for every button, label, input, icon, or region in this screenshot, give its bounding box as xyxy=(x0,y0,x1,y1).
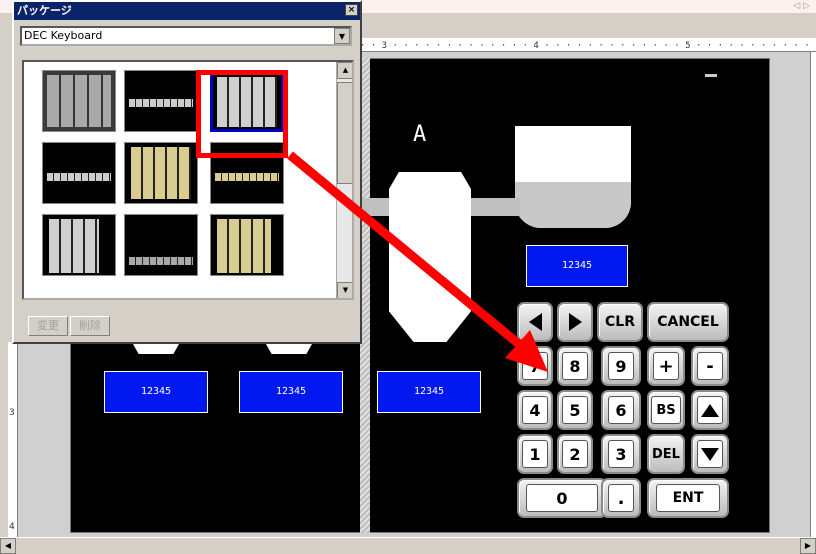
key-0-label: 0 xyxy=(526,484,598,512)
key-down-arrow[interactable] xyxy=(691,434,729,474)
panel-title: パッケージ xyxy=(17,4,72,17)
key-3[interactable]: 3 xyxy=(601,434,641,474)
vessel-graphic[interactable] xyxy=(389,172,471,342)
numeric-display-1[interactable]: 12345 xyxy=(104,371,208,413)
key-4[interactable]: 4 xyxy=(517,390,553,430)
key-1[interactable]: 1 xyxy=(517,434,553,474)
key-left-arrow[interactable] xyxy=(517,302,553,342)
scroll-up-button[interactable]: ▲ xyxy=(337,62,352,79)
key-dot[interactable]: . xyxy=(601,478,641,518)
key-2[interactable]: 2 xyxy=(557,434,593,474)
key-plus[interactable]: + xyxy=(647,346,685,386)
down-arrow-icon xyxy=(701,447,719,461)
scroll-right-button[interactable]: ▶ xyxy=(800,538,816,554)
key-ent-label: ENT xyxy=(656,484,720,512)
change-button[interactable]: 変更 xyxy=(28,316,68,336)
right-arrow-icon xyxy=(568,313,582,331)
up-arrow-icon xyxy=(701,403,719,417)
key-8-label: 8 xyxy=(562,352,588,380)
key-9[interactable]: 9 xyxy=(601,346,641,386)
key-minus[interactable]: - xyxy=(691,346,729,386)
key-cancel-label: CANCEL xyxy=(657,314,719,330)
scroll-down-button[interactable]: ▼ xyxy=(337,282,352,298)
key-7[interactable]: 7 xyxy=(517,346,553,386)
numeric-display-2[interactable]: 12345 xyxy=(239,371,343,413)
key-8[interactable]: 8 xyxy=(557,346,593,386)
vertical-ruler: 3 4 xyxy=(8,342,18,537)
key-5-label: 5 xyxy=(562,396,588,424)
key-minus-label: - xyxy=(697,352,723,380)
tab-scroll-arrows[interactable]: ◁ ▷ xyxy=(793,1,810,11)
key-up-inner xyxy=(697,396,723,424)
key-bs[interactable]: BS xyxy=(647,390,685,430)
tank-level-fill xyxy=(515,182,631,228)
key-cancel[interactable]: CANCEL xyxy=(647,302,729,342)
thumbnail-keypad-gray-large[interactable] xyxy=(42,70,116,132)
key-6[interactable]: 6 xyxy=(601,390,641,430)
selection-highlight-box xyxy=(196,70,288,158)
minimize-mark xyxy=(705,74,717,77)
horizontal-scrollbar[interactable]: ◀ ▶ xyxy=(0,537,816,554)
combo-value: DEC Keyboard xyxy=(24,29,103,42)
thumbnail-keypad-strip-dark[interactable] xyxy=(124,214,198,276)
key-clr[interactable]: CLR xyxy=(597,302,643,342)
key-5[interactable]: 5 xyxy=(557,390,593,430)
package-list: ▲ ▼ xyxy=(22,60,354,300)
key-up-arrow[interactable] xyxy=(691,390,729,430)
key-7-label: 7 xyxy=(522,352,548,380)
tank-label: A xyxy=(413,122,427,147)
key-del[interactable]: DEL xyxy=(647,434,685,474)
key-3-label: 3 xyxy=(608,440,634,468)
key-down-inner xyxy=(697,440,723,468)
thumbnail-keypad-strip-mixed[interactable] xyxy=(42,142,116,204)
key-6-label: 6 xyxy=(608,396,634,424)
left-arrow-icon xyxy=(528,313,542,331)
package-panel: パッケージ × DEC Keyboard ▼ ▲ ▼ 変更 削除 xyxy=(12,0,362,344)
dec-keypad: CLR CANCEL 7 8 9 + - 4 5 6 BS 1 2 3 DEL … xyxy=(513,298,733,520)
thumbnail-keypad-beige-large[interactable] xyxy=(124,142,198,204)
scroll-thumb[interactable] xyxy=(337,82,352,184)
numeric-display-3[interactable]: 12345 xyxy=(377,371,481,413)
key-clr-label: CLR xyxy=(605,314,635,330)
key-9-label: 9 xyxy=(608,352,634,380)
close-button[interactable]: × xyxy=(345,4,358,16)
key-del-label: DEL xyxy=(652,446,680,462)
vruler-label-4: 4 xyxy=(9,522,15,532)
panel-title-bar[interactable]: パッケージ × xyxy=(14,2,360,20)
key-dot-label: . xyxy=(608,484,634,512)
canvas-right-edge xyxy=(810,52,816,537)
thumbnail-keypad-beige-small[interactable] xyxy=(210,214,284,276)
key-2-label: 2 xyxy=(562,440,588,468)
key-0[interactable]: 0 xyxy=(517,478,607,518)
thumbnail-keypad-gray-small[interactable] xyxy=(42,214,116,276)
package-combo[interactable]: DEC Keyboard ▼ xyxy=(20,26,352,46)
key-bs-label: BS xyxy=(651,396,681,424)
chevron-down-icon[interactable]: ▼ xyxy=(334,28,350,44)
key-right-arrow[interactable] xyxy=(557,302,593,342)
delete-button[interactable]: 削除 xyxy=(70,316,110,336)
scroll-left-button[interactable]: ◀ xyxy=(0,538,16,554)
numeric-display-tank[interactable]: 12345 xyxy=(526,245,628,287)
key-1-label: 1 xyxy=(522,440,548,468)
thumbnail-keypad-strip-gray[interactable] xyxy=(124,70,198,132)
key-ent[interactable]: ENT xyxy=(647,478,729,518)
key-plus-label: + xyxy=(653,352,679,380)
list-vertical-scrollbar[interactable]: ▲ ▼ xyxy=(336,62,352,298)
key-4-label: 4 xyxy=(522,396,548,424)
horizontal-ruler: · · 3 · · · · · · · · · · · · · 4 · · · … xyxy=(360,38,816,52)
vruler-label-3: 3 xyxy=(9,408,15,418)
